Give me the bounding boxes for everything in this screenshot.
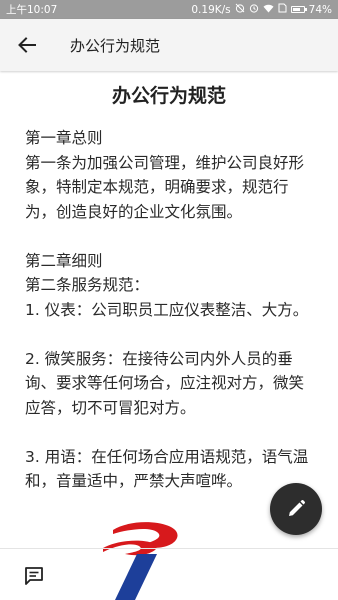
bottom-divider	[0, 548, 338, 549]
edit-fab[interactable]	[270, 483, 322, 535]
alarm-off-icon	[235, 3, 245, 16]
comment-button[interactable]	[22, 564, 46, 588]
watermark-logo	[103, 522, 178, 600]
arrow-left-icon	[18, 37, 36, 53]
pencil-edit-icon	[289, 500, 305, 516]
status-icons: 0.19K/s 74%	[191, 3, 332, 16]
battery-icon	[290, 6, 307, 13]
paragraph-smile-service: 2. 微笑服务：在接待公司内外人员的垂询、要求等任何场合，应注视对方，微笑应答，…	[25, 349, 305, 417]
network-speed: 0.19K/s	[191, 3, 231, 16]
status-time: 上午10:07	[6, 4, 58, 16]
battery-percent: 74%	[308, 3, 332, 16]
app-bar-title: 办公行为规范	[70, 36, 161, 55]
paragraph-chapter-1: 第一章总则 第一条为加强公司管理，维护公司良好形象，特制定本规范，明确要求，规范…	[25, 129, 305, 221]
sim-icon	[278, 3, 287, 16]
back-button[interactable]	[0, 19, 54, 71]
status-bar: 上午10:07 0.19K/s 74%	[0, 0, 338, 19]
document-body: 第一章总则 第一条为加强公司管理，维护公司良好形象，特制定本规范，明确要求，规范…	[0, 126, 338, 494]
app-bar: 办公行为规范	[0, 19, 338, 71]
document-content[interactable]: 办公行为规范 第一章总则 第一条为加强公司管理，维护公司良好形象，特制定本规范，…	[0, 71, 338, 518]
wifi-icon	[263, 4, 274, 16]
alarm-clock-icon	[249, 3, 259, 16]
paragraph-chapter-2: 第二章细则 第二条服务规范： 1. 仪表：公司职员工应仪表整洁、大方。	[25, 251, 309, 319]
paragraph-language: 3. 用语：在任何场合应用语规范，语气温和，音量适中，严禁大声喧哗。	[25, 447, 309, 491]
document-title: 办公行为规范	[111, 85, 226, 107]
comment-icon	[25, 567, 43, 585]
